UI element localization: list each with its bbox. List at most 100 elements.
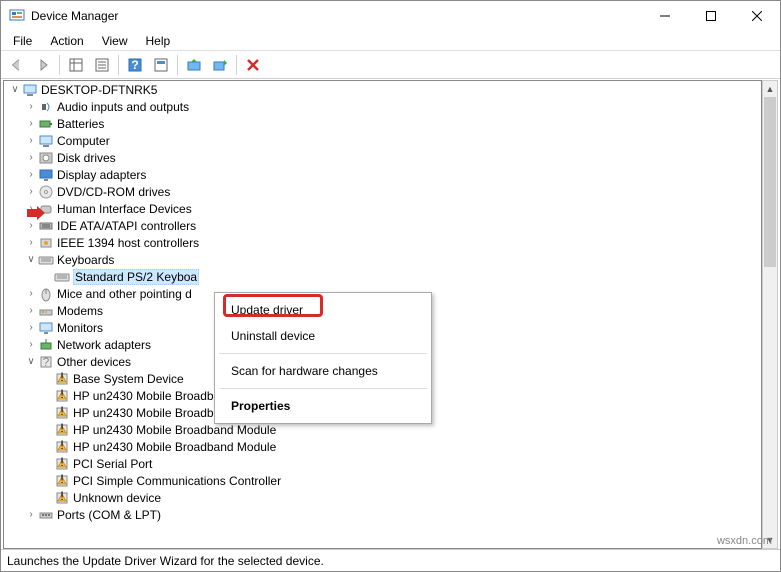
- disk-icon: [38, 150, 54, 166]
- context-item-update-driver[interactable]: Update driver: [217, 297, 429, 323]
- tree-category[interactable]: ∨Keyboards: [4, 251, 761, 268]
- annotation-arrow-icon: [27, 206, 45, 220]
- ieee-icon: [38, 235, 54, 251]
- tree-item-label: Standard PS/2 Keyboa: [73, 269, 199, 285]
- menu-view[interactable]: View: [94, 32, 136, 50]
- window-controls: [642, 1, 780, 31]
- menu-file[interactable]: File: [5, 32, 40, 50]
- warn-icon: !: [54, 439, 70, 455]
- svg-text:!: !: [60, 490, 63, 503]
- warn-icon: !: [54, 490, 70, 506]
- tree-device[interactable]: !HP un2430 Mobile Broadband Module: [4, 438, 761, 455]
- menu-action[interactable]: Action: [42, 32, 91, 50]
- tree-item-label: PCI Simple Communications Controller: [73, 474, 281, 488]
- svg-text:!: !: [60, 439, 63, 452]
- back-button[interactable]: [5, 53, 29, 77]
- menubar: File Action View Help: [1, 31, 780, 51]
- svg-text:?: ?: [43, 355, 50, 369]
- toolbar-separator: [236, 55, 237, 75]
- properties-button[interactable]: [90, 53, 114, 77]
- tree-device[interactable]: ! Unknown device: [4, 489, 761, 506]
- scroll-up-arrow[interactable]: ▲: [763, 81, 777, 97]
- tree-category[interactable]: › Ports (COM & LPT): [4, 506, 761, 523]
- computer-icon: [22, 82, 38, 98]
- warn-icon: !: [54, 405, 70, 421]
- expander-icon[interactable]: ›: [24, 169, 38, 180]
- scroll-thumb[interactable]: [764, 97, 776, 267]
- tree-category[interactable]: › Audio inputs and outputs: [4, 98, 761, 115]
- tree-category[interactable]: ›Computer: [4, 132, 761, 149]
- close-button[interactable]: [734, 1, 780, 31]
- expander-icon[interactable]: ›: [24, 152, 38, 163]
- tree-item-label: Network adapters: [57, 338, 151, 352]
- context-item-uninstall-device[interactable]: Uninstall device: [217, 323, 429, 349]
- other-icon: ?: [38, 354, 54, 370]
- tree-item-label: Ports (COM & LPT): [57, 508, 161, 522]
- expander-icon[interactable]: ›: [24, 322, 38, 333]
- toolbar-separator: [118, 55, 119, 75]
- tree-device[interactable]: Standard PS/2 Keyboa: [4, 268, 761, 285]
- tree-item-label: Monitors: [57, 321, 103, 335]
- expander-icon[interactable]: ›: [24, 135, 38, 146]
- tree-category[interactable]: ›Batteries: [4, 115, 761, 132]
- warn-icon: !: [54, 473, 70, 489]
- warn-icon: !: [54, 371, 70, 387]
- network-icon: [38, 337, 54, 353]
- tree-category[interactable]: ›Human Interface Devices: [4, 200, 761, 217]
- tree-category[interactable]: ›IEEE 1394 host controllers: [4, 234, 761, 251]
- svg-text:!: !: [60, 422, 63, 435]
- menu-help[interactable]: Help: [138, 32, 179, 50]
- svg-text:?: ?: [131, 58, 138, 72]
- warn-icon: !: [54, 388, 70, 404]
- maximize-button[interactable]: [688, 1, 734, 31]
- update-driver-button[interactable]: [182, 53, 206, 77]
- mouse-icon: [38, 286, 54, 302]
- titlebar: Device Manager: [1, 1, 780, 31]
- vertical-scrollbar[interactable]: ▲ ▼: [762, 80, 778, 549]
- context-separator: [219, 353, 427, 354]
- toolbar-separator: [59, 55, 60, 75]
- expander-icon[interactable]: ›: [24, 339, 38, 350]
- tree-item-label: Display adapters: [57, 168, 146, 182]
- keyboard-icon: [54, 269, 70, 285]
- minimize-button[interactable]: [642, 1, 688, 31]
- scan-hardware-button[interactable]: [208, 53, 232, 77]
- help-button[interactable]: ?: [123, 53, 147, 77]
- tree-item-label: Base System Device: [73, 372, 184, 386]
- battery-icon: [38, 116, 54, 132]
- warn-icon: !: [54, 456, 70, 472]
- tree-category[interactable]: › Display adapters: [4, 166, 761, 183]
- tree-category[interactable]: ›IDE ATA/ATAPI controllers: [4, 217, 761, 234]
- show-hidden-button[interactable]: [64, 53, 88, 77]
- tree-item-label: PCI Serial Port: [73, 457, 152, 471]
- expander-icon[interactable]: ›: [24, 220, 38, 231]
- expander-icon[interactable]: ›: [24, 305, 38, 316]
- svg-text:!: !: [60, 456, 63, 469]
- tree-item-label: Modems: [57, 304, 103, 318]
- expander-icon[interactable]: ∨: [8, 84, 22, 95]
- svg-text:!: !: [60, 405, 63, 418]
- tree-item-label: Unknown device: [73, 491, 161, 505]
- tree-category[interactable]: ›DVD/CD-ROM drives: [4, 183, 761, 200]
- expander-icon[interactable]: ∨: [24, 254, 38, 265]
- context-item-scan-for-hardware-changes[interactable]: Scan for hardware changes: [217, 358, 429, 384]
- expander-icon[interactable]: ›: [24, 509, 38, 520]
- tree-item-label: Audio inputs and outputs: [57, 100, 189, 114]
- tree-device[interactable]: ! PCI Serial Port: [4, 455, 761, 472]
- tree-root[interactable]: ∨DESKTOP-DFTNRK5: [4, 81, 761, 98]
- expander-icon[interactable]: ›: [24, 288, 38, 299]
- tree-category[interactable]: ›Disk drives: [4, 149, 761, 166]
- tree-device[interactable]: !PCI Simple Communications Controller: [4, 472, 761, 489]
- modem-icon: [38, 303, 54, 319]
- uninstall-button[interactable]: [241, 53, 265, 77]
- expander-icon[interactable]: ›: [24, 101, 38, 112]
- tree-item-label: Mice and other pointing d: [57, 287, 192, 301]
- expander-icon[interactable]: ›: [24, 237, 38, 248]
- expander-icon[interactable]: ›: [24, 186, 38, 197]
- monitor-icon: [38, 320, 54, 336]
- forward-button[interactable]: [31, 53, 55, 77]
- context-item-properties[interactable]: Properties: [217, 393, 429, 419]
- action-button[interactable]: [149, 53, 173, 77]
- expander-icon[interactable]: ∨: [24, 356, 38, 367]
- expander-icon[interactable]: ›: [24, 118, 38, 129]
